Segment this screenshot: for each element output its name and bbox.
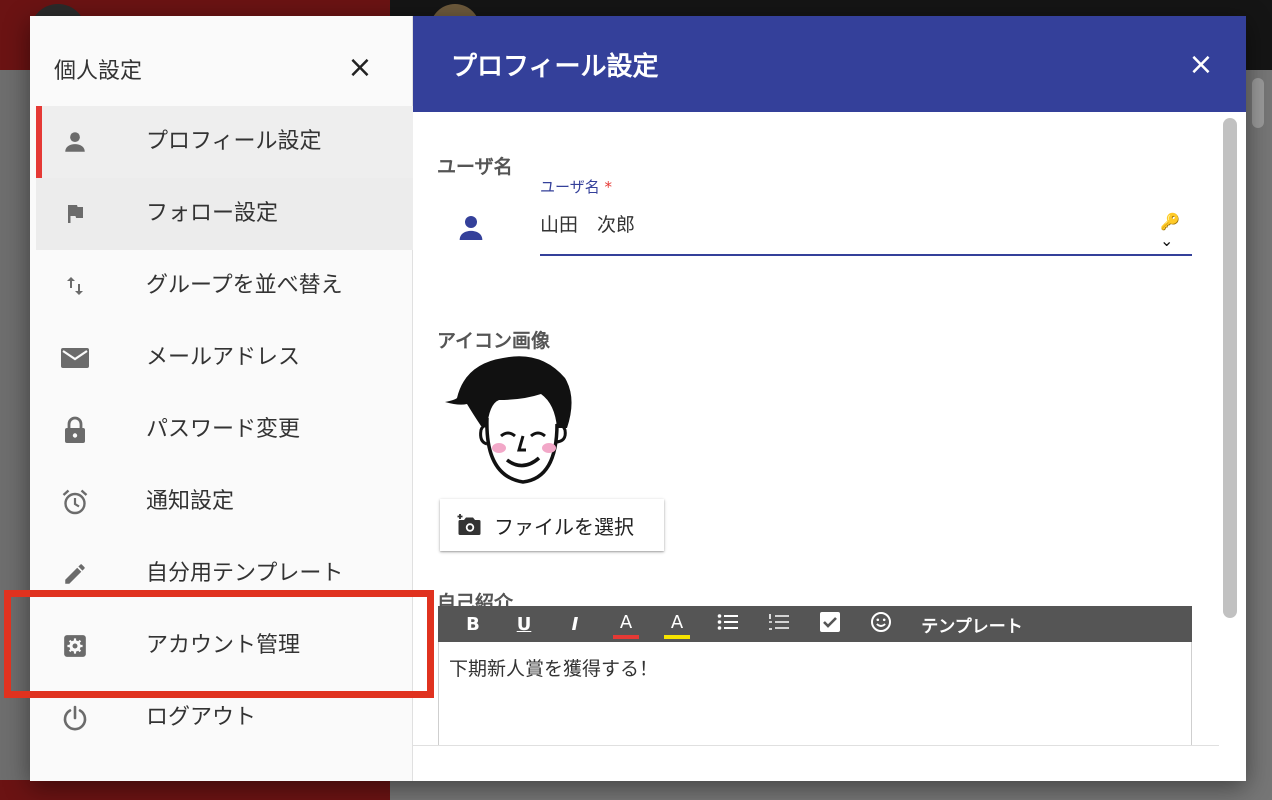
bullet-list-button[interactable] (715, 606, 741, 642)
menu-item-change-password[interactable]: パスワード変更 (30, 394, 413, 466)
personal-settings-modal: 個人設定 × プロフィール設定 フォロー設定 グループを並べ替え メールアドレス… (30, 16, 1246, 781)
settings-menu-close-button[interactable]: × (342, 50, 378, 86)
background-scrollbar (1252, 78, 1264, 128)
username-underline (540, 254, 1192, 256)
checkbox-icon (819, 611, 841, 638)
username-input[interactable] (540, 206, 1150, 240)
menu-item-account-management[interactable]: アカウント管理 (30, 610, 413, 682)
menu-item-profile[interactable]: プロフィール設定 (36, 106, 413, 178)
menu-item-label: パスワード変更 (146, 417, 301, 442)
panel-scrollbar[interactable] (1223, 118, 1237, 618)
menu-item-label: プロフィール設定 (146, 129, 322, 154)
panel-close-button[interactable]: × (1183, 47, 1219, 83)
username-field-label: ユーザ名 * (540, 178, 612, 196)
bio-editor-text: 下期新人賞を獲得する！ (449, 658, 659, 680)
person-icon (60, 127, 90, 157)
pencil-icon (60, 559, 90, 589)
power-icon (60, 703, 90, 733)
menu-item-templates[interactable]: 自分用テンプレート (30, 538, 413, 610)
choose-file-button[interactable]: ファイルを選択 (440, 499, 664, 551)
menu-item-label: フォロー設定 (146, 201, 279, 226)
numbered-list-button[interactable] (766, 606, 792, 642)
text-color-button[interactable]: A (613, 609, 639, 639)
swap-vertical-icon (60, 271, 90, 301)
menu-item-label: グループを並べ替え (146, 273, 343, 298)
settings-menu: 個人設定 × プロフィール設定 フォロー設定 グループを並べ替え メールアドレス… (30, 16, 413, 781)
template-button[interactable]: テンプレート (916, 606, 1028, 642)
italic-button[interactable]: I (562, 606, 588, 642)
highlight-color-button[interactable]: A (664, 609, 690, 639)
checkbox-button[interactable] (817, 606, 843, 642)
add-camera-icon (456, 513, 482, 537)
menu-item-follow[interactable]: フォロー設定 (36, 178, 413, 250)
menu-item-notifications[interactable]: 通知設定 (30, 466, 413, 538)
username-field: ユーザ名 * 🔑⌄ (540, 176, 1192, 256)
menu-item-label: ログアウト (146, 705, 257, 730)
menu-item-email[interactable]: メールアドレス (30, 322, 413, 394)
choose-file-label: ファイルを選択 (494, 515, 634, 539)
smiley-icon (870, 611, 892, 638)
bullet-list-icon (717, 613, 739, 636)
settings-box-icon (60, 631, 90, 661)
profile-settings-body: ユーザ名 ユーザ名 * 🔑⌄ アイコン画像 (413, 112, 1219, 746)
key-dropdown-icon[interactable]: 🔑⌄ (1160, 212, 1192, 250)
settings-menu-list: プロフィール設定 フォロー設定 グループを並べ替え メールアドレス パスワード変… (30, 106, 413, 754)
menu-item-logout[interactable]: ログアウト (30, 682, 413, 754)
emoji-button[interactable] (868, 606, 894, 642)
menu-item-label: 自分用テンプレート (146, 561, 344, 586)
mail-icon (60, 343, 90, 373)
flag-icon (60, 199, 90, 229)
background-bottom-accent (0, 780, 390, 800)
menu-item-reorder-groups[interactable]: グループを並べ替え (30, 250, 413, 322)
settings-menu-title: 個人設定 (54, 59, 143, 84)
bio-editor[interactable]: 下期新人賞を獲得する！ (438, 642, 1192, 745)
profile-settings-header: プロフィール設定 × (413, 16, 1246, 112)
editor-toolbar: B U I A A テンプレート (438, 606, 1192, 642)
panel-title: プロフィール設定 (451, 52, 659, 82)
underline-button[interactable]: U (511, 606, 537, 642)
numbered-list-icon (768, 613, 790, 636)
avatar-image (437, 344, 587, 494)
settings-menu-header: 個人設定 × (30, 16, 413, 106)
user-icon (455, 212, 487, 244)
bold-button[interactable]: B (460, 606, 486, 642)
menu-item-label: 通知設定 (146, 489, 235, 514)
profile-settings-panel: プロフィール設定 × ユーザ名 ユーザ名 * 🔑⌄ アイコン画像 (413, 16, 1246, 781)
menu-item-label: アカウント管理 (146, 633, 301, 658)
username-section-label: ユーザ名 (437, 156, 513, 178)
lock-icon (60, 415, 90, 445)
menu-item-label: メールアドレス (146, 345, 301, 370)
alarm-icon (60, 487, 90, 517)
